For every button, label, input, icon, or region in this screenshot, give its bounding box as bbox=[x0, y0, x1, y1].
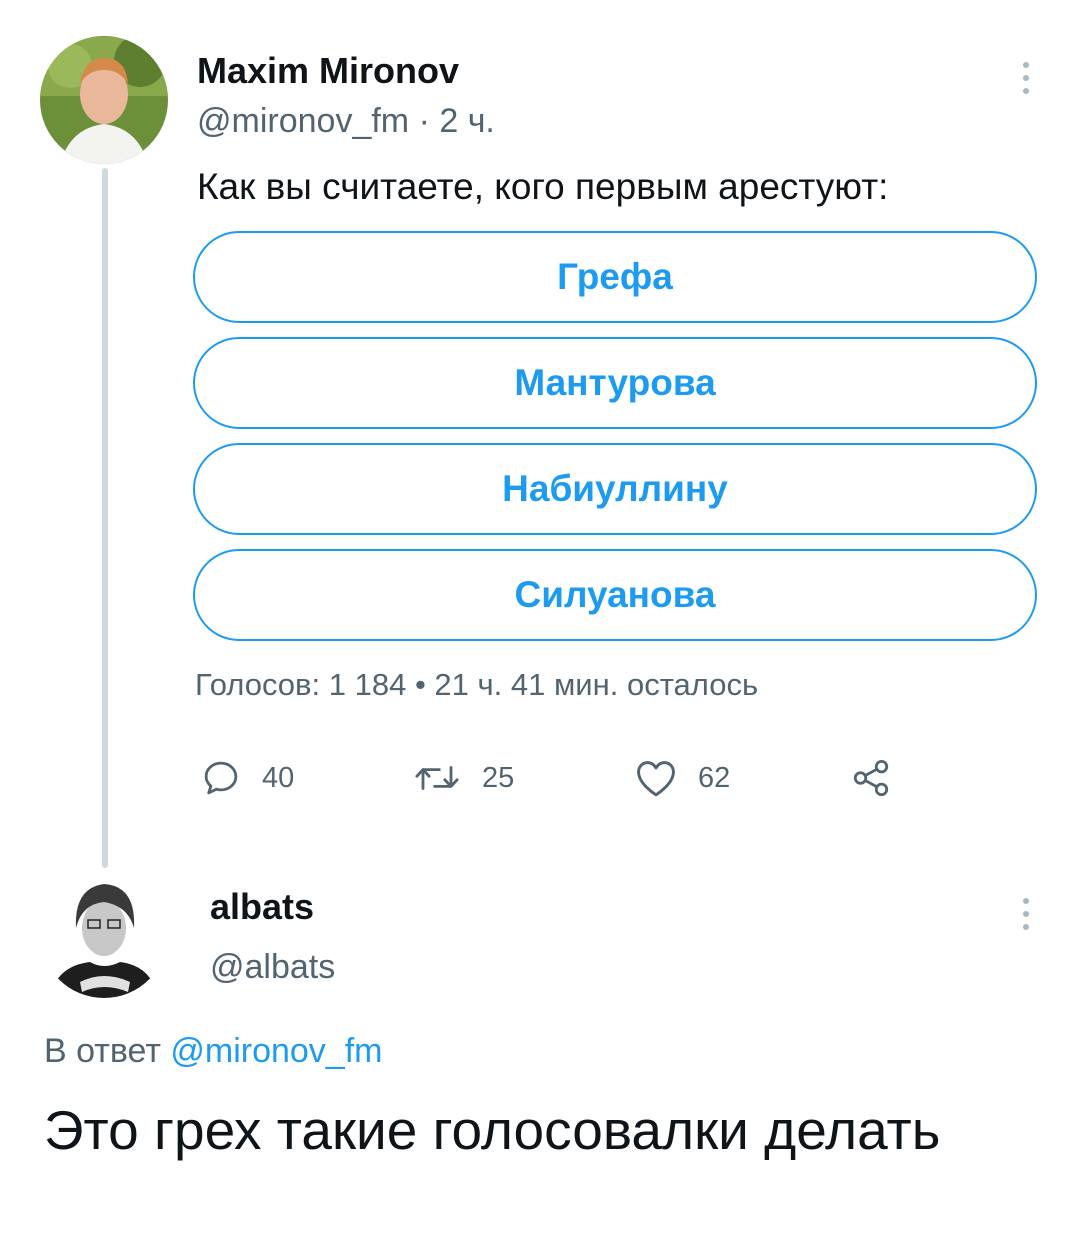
poll-remaining: 21 ч. 41 мин. осталось bbox=[434, 667, 759, 702]
retweet-button[interactable]: 25 bbox=[412, 757, 514, 799]
reply-icon bbox=[204, 761, 238, 795]
more-options-icon[interactable] bbox=[1023, 62, 1029, 101]
poll-option-4[interactable]: Силуанова bbox=[193, 549, 1037, 641]
like-button[interactable]: 62 bbox=[634, 757, 730, 799]
reply-text: Это грех такие голосовалки делать bbox=[44, 1099, 941, 1161]
poll-bullet: • bbox=[414, 667, 426, 702]
like-count: 62 bbox=[698, 761, 731, 794]
avatar-photo bbox=[40, 36, 168, 164]
thread-connector bbox=[102, 168, 108, 868]
reply-author-name[interactable]: albats bbox=[210, 886, 314, 928]
author-handle[interactable]: @mironov_fm bbox=[197, 102, 409, 140]
poll-option-3[interactable]: Набиуллину bbox=[193, 443, 1037, 535]
share-button[interactable] bbox=[850, 757, 892, 799]
avatar-photo bbox=[40, 870, 168, 998]
tweet-text: Как вы считаете, кого первым арестуют: bbox=[197, 166, 889, 207]
author-handle-time: @mironov_fm · 2 ч. bbox=[197, 102, 495, 141]
reply-count: 40 bbox=[262, 761, 295, 794]
separator: · bbox=[418, 102, 430, 140]
reply-button[interactable]: 40 bbox=[200, 757, 294, 799]
share-icon bbox=[853, 759, 889, 797]
tweet-time[interactable]: 2 ч. bbox=[439, 102, 495, 140]
poll-option-2[interactable]: Мантурова bbox=[193, 337, 1037, 429]
poll-votes: Голосов: 1 184 bbox=[195, 667, 407, 702]
avatar-maxim-mironov[interactable] bbox=[40, 36, 168, 164]
heart-icon bbox=[637, 761, 675, 797]
poll-meta: Голосов: 1 184 • 21 ч. 41 мин. осталось bbox=[195, 667, 758, 703]
reply-more-options-icon[interactable] bbox=[1023, 898, 1029, 937]
poll-option-1[interactable]: Грефа bbox=[193, 231, 1037, 323]
reply-to-handle-link[interactable]: @mironov_fm bbox=[170, 1032, 382, 1070]
author-name[interactable]: Maxim Mironov bbox=[197, 50, 459, 92]
avatar-albats[interactable] bbox=[40, 870, 168, 998]
reply-author-handle[interactable]: @albats bbox=[210, 948, 335, 987]
retweet-count: 25 bbox=[482, 761, 515, 794]
reply-to-line: В ответ @mironov_fm bbox=[44, 1032, 382, 1071]
reply-to-prefix: В ответ bbox=[44, 1032, 161, 1070]
retweet-icon bbox=[415, 766, 459, 790]
